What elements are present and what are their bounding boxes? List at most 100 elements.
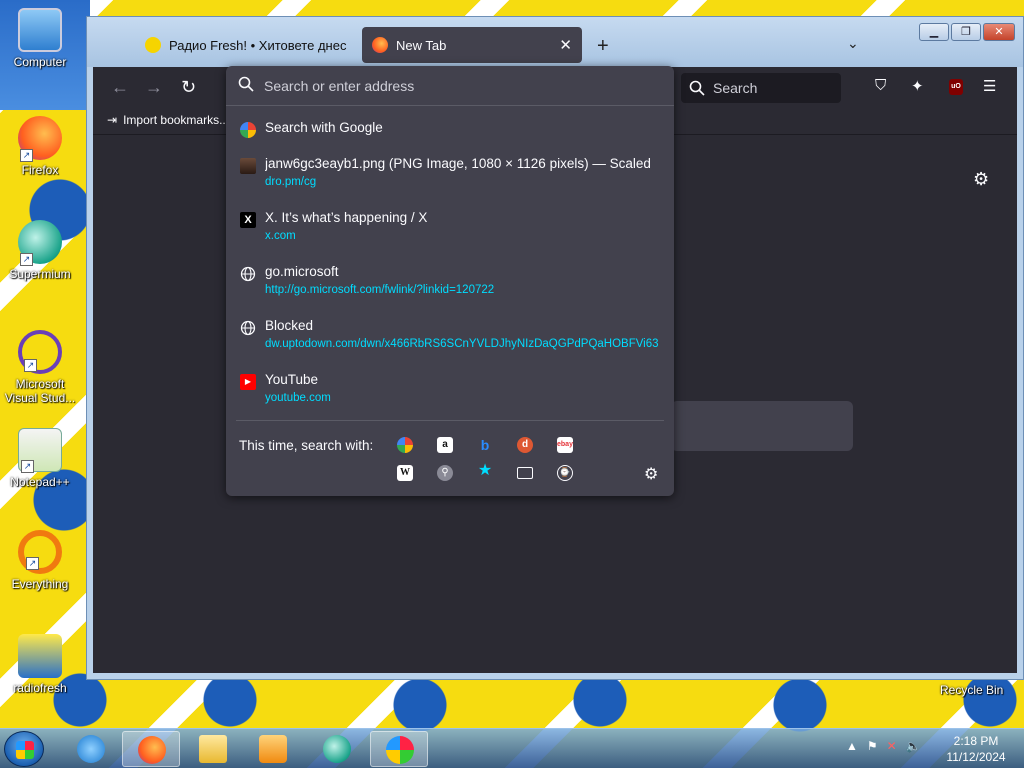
desktop-icon-firefox[interactable]: ↗ Firefox — [2, 116, 78, 177]
desktop-icon-label: Everything — [11, 577, 69, 591]
search-settings-gear-icon[interactable]: ⚙ — [644, 464, 658, 484]
taskbar-windows-app[interactable] — [370, 731, 428, 767]
menu-hamburger-icon[interactable]: ☰ — [983, 77, 996, 95]
close-tab-icon[interactable]: ✕ — [559, 36, 572, 54]
urlbar-result[interactable]: janw6gc3eayb1.png (PNG Image, 1080 × 112… — [234, 150, 666, 200]
desktop-icon-label: Firefox — [21, 163, 59, 177]
ublock-origin-icon[interactable]: uO — [949, 79, 963, 95]
list-all-tabs-chevron-icon[interactable]: ⌄ — [847, 35, 859, 52]
notepadpp-icon: ↗ — [18, 428, 62, 473]
new-tab-plus-icon[interactable]: + — [597, 35, 609, 58]
taskbar-explorer[interactable] — [184, 731, 242, 767]
search-bar[interactable]: Search — [681, 73, 841, 103]
result-url: x.com — [265, 230, 296, 242]
result-title: janw6gc3eayb1.png (PNG Image, 1080 × 112… — [265, 156, 651, 171]
show-hidden-icons-chevron-icon[interactable]: ▲ — [846, 739, 858, 753]
import-icon: ⇥ — [107, 113, 118, 127]
result-url: youtube.com — [265, 392, 331, 404]
everything-icon: ↗ — [18, 530, 62, 574]
tab-bar: Радио Fresh! • Хитовете днес ✕ New Tab ✕… — [87, 17, 1023, 67]
desktop-icon-label: Microsoft Visual Stud... — [4, 377, 76, 405]
desktop-icon-radiofresh[interactable]: radiofresh — [2, 634, 78, 695]
desktop-icon-computer[interactable]: Computer — [2, 8, 78, 69]
windows-app-icon — [386, 736, 414, 764]
media-player-icon — [259, 735, 287, 763]
volume-icon[interactable]: 🔈 — [906, 739, 921, 753]
import-bookmarks-button[interactable]: ⇥ Import bookmarks... — [107, 113, 229, 127]
radiofresh-icon — [18, 634, 62, 678]
result-title: YouTube — [265, 372, 319, 387]
supermium-icon: ↗ — [18, 220, 62, 266]
desktop-icon-label: Notepad++ — [10, 475, 70, 489]
recycle-bin-label[interactable]: Recycle Bin — [940, 683, 1003, 697]
minimize-button[interactable]: ▁ — [919, 23, 949, 41]
desktop-icon-label: Supermium — [9, 267, 71, 281]
bing-engine-icon[interactable]: b — [477, 437, 493, 453]
taskbar-internet-explorer[interactable] — [62, 731, 120, 767]
new-tab-settings-gear-icon[interactable]: ⚙ — [973, 169, 989, 190]
desktop-icon-label: radiofresh — [13, 681, 67, 695]
urlbar-result[interactable]: X X. It’s what’s happening / X x.com — [234, 204, 666, 254]
back-arrow-icon[interactable]: ← — [111, 77, 129, 98]
search-icon — [238, 76, 254, 92]
wikipedia-engine-icon[interactable]: W — [397, 465, 413, 481]
urlbar-result[interactable]: Blocked dw.uptodown.com/dwn/x466RbRS6SCn… — [234, 312, 666, 362]
desktop-icon-notepadpp[interactable]: ↗ Notepad++ — [2, 428, 78, 489]
tab-title: New Tab — [396, 37, 447, 53]
desktop-icon-visual-studio[interactable]: ↗ Microsoft Visual Stud... — [2, 330, 78, 405]
google-icon — [240, 122, 256, 138]
pocket-icon[interactable]: ⛉ — [875, 77, 886, 94]
close-window-button[interactable]: ✕ — [983, 23, 1015, 41]
taskbar-media-player[interactable] — [244, 731, 302, 767]
tab-new-tab[interactable]: New Tab ✕ — [362, 27, 582, 63]
firefox-favicon-icon — [372, 37, 388, 53]
popup-divider — [236, 420, 664, 421]
amazon-engine-icon[interactable]: a — [437, 437, 453, 453]
youtube-icon: ▶ — [240, 374, 256, 390]
clock-date: 11/12/2024 — [946, 750, 1006, 764]
network-icon[interactable]: ✕ — [887, 739, 897, 753]
other-search-engine-icon[interactable]: ⚲ — [437, 465, 453, 481]
system-tray: ▲ ⚑ ✕ 🔈 — [846, 739, 921, 753]
firefox-icon — [138, 736, 166, 764]
ebay-engine-icon[interactable]: ebay — [557, 437, 573, 453]
result-url: http://go.microsoft.com/fwlink/?linkid=1… — [265, 284, 495, 296]
forward-arrow-icon[interactable]: → — [145, 77, 163, 98]
computer-icon — [18, 8, 62, 52]
result-title: Blocked — [265, 318, 314, 333]
folder-icon — [199, 735, 227, 763]
maximize-button[interactable]: ❐ — [951, 23, 981, 41]
clock-time: 2:18 PM — [953, 734, 999, 748]
search-icon — [689, 80, 705, 96]
search-bar-placeholder: Search — [713, 80, 758, 96]
result-title: X. It’s what’s happening / X — [265, 210, 428, 225]
extensions-puzzle-icon[interactable]: ✦ — [911, 77, 924, 95]
taskbar-supermium[interactable] — [308, 731, 366, 767]
result-url: dro.pm/cg — [265, 176, 317, 188]
oneoff-search-label: This time, search with: — [239, 438, 374, 453]
taskbar-clock[interactable]: 2:18 PM 11/12/2024 — [936, 733, 1016, 765]
result-url: dw.uptodown.com/dwn/x466RbRS6SCnYVLDJhyN… — [265, 338, 659, 350]
urlbar-result[interactable]: go.microsoft http://go.microsoft.com/fwl… — [234, 258, 666, 308]
urlbar-popup: Search with Google janw6gc3eayb1.png (PN… — [226, 66, 674, 496]
result-title: go.microsoft — [265, 264, 339, 279]
url-input[interactable] — [264, 74, 654, 98]
start-button[interactable] — [4, 731, 44, 767]
taskbar: ▲ ⚑ ✕ 🔈 2:18 PM 11/12/2024 — [0, 728, 1024, 768]
globe-icon — [240, 266, 256, 282]
reload-icon[interactable]: ↻ — [181, 77, 196, 98]
taskbar-firefox[interactable] — [122, 731, 180, 767]
duckduckgo-engine-icon[interactable]: d — [517, 437, 533, 453]
desktop-icon-supermium[interactable]: ↗ Supermium — [2, 220, 78, 281]
desktop-icon-label: Computer — [13, 55, 67, 69]
history-clock-icon[interactable]: ⌚ — [557, 465, 573, 481]
google-engine-icon[interactable] — [397, 437, 413, 453]
bookmarks-star-icon[interactable]: ★ — [477, 463, 493, 479]
windows-logo-icon — [16, 741, 34, 759]
action-center-flag-icon[interactable]: ⚑ — [867, 739, 878, 753]
tabs-icon[interactable] — [517, 467, 533, 479]
import-bookmarks-label: Import bookmarks... — [123, 113, 230, 127]
new-tab-search-card[interactable] — [671, 401, 853, 451]
urlbar-result[interactable]: ▶ YouTube youtube.com — [234, 366, 666, 416]
desktop-icon-everything[interactable]: ↗ Everything — [2, 530, 78, 591]
